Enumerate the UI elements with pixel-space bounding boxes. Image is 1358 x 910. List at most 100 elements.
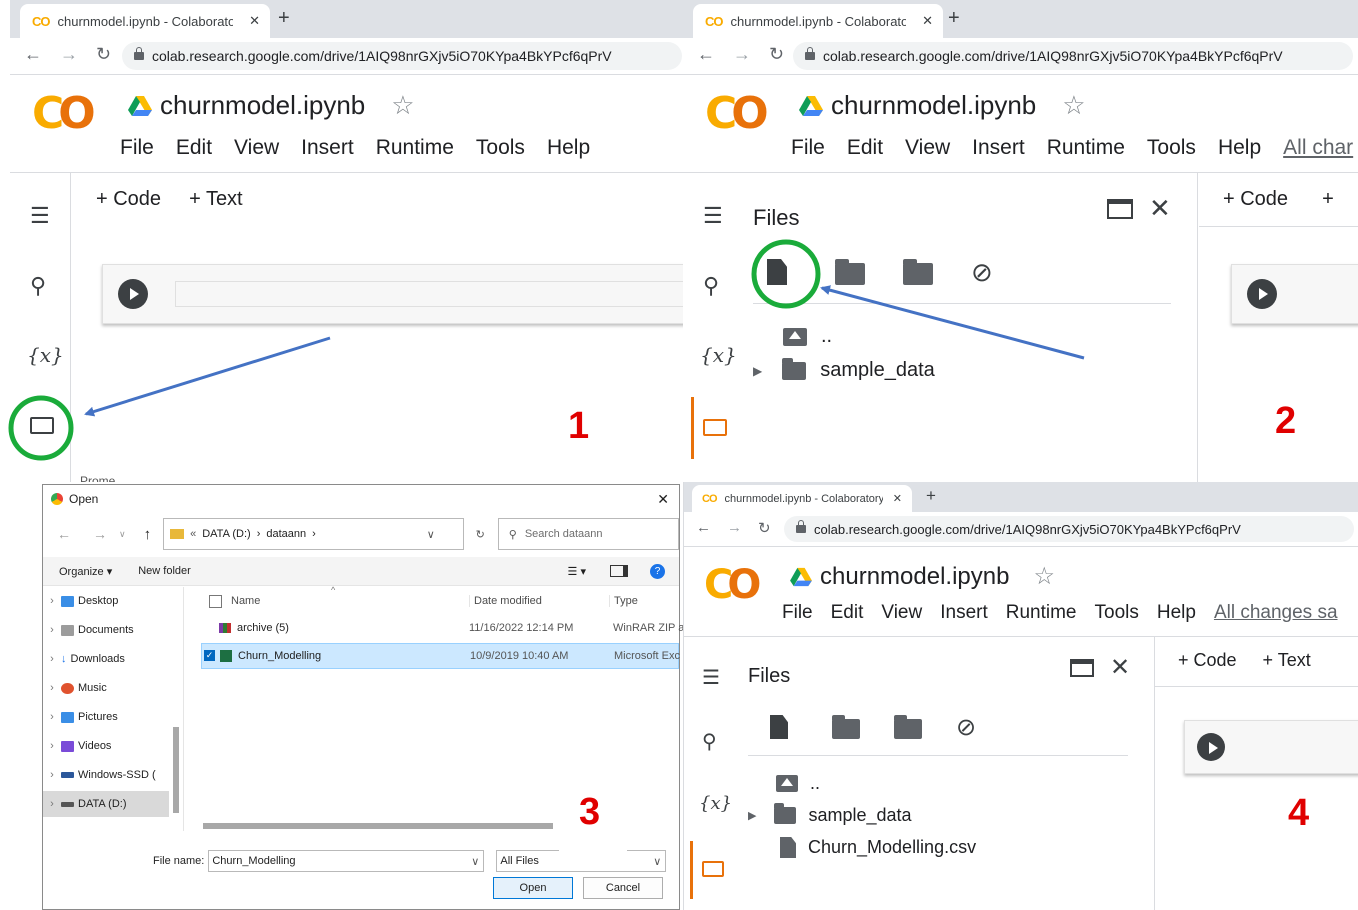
column-type[interactable]: Type (609, 595, 638, 607)
files-folder-icon[interactable] (30, 417, 54, 434)
menu-runtime[interactable]: Runtime (376, 136, 454, 160)
table-row[interactable]: archive (5) 11/16/2022 12:14 PM WinRAR Z… (201, 617, 684, 641)
search-icon[interactable]: ⚲ (30, 273, 46, 299)
forward-icon[interactable]: → (93, 526, 107, 542)
menu-insert[interactable]: Insert (972, 136, 1025, 160)
new-tab-icon[interactable]: + (278, 7, 290, 30)
table-row[interactable]: ✓ Churn_Modelling 10/9/2019 10:40 AM Mic… (201, 643, 680, 669)
expand-caret-icon[interactable]: ▶ (753, 364, 762, 378)
reload-icon[interactable]: ↻ (758, 519, 771, 537)
run-cell-button[interactable] (1197, 733, 1225, 761)
browser-tab[interactable]: CO churnmodel.ipynb - Colaboratory ✕ (693, 4, 943, 38)
files-folder-icon[interactable] (702, 861, 724, 877)
menu-view[interactable]: View (881, 602, 922, 624)
nav-downloads[interactable]: › ↓ Downloads (43, 653, 169, 665)
new-tab-icon[interactable]: + (926, 486, 936, 506)
browser-tab[interactable]: CO churnmodel.ipynb - Colaboratory ✕ (692, 485, 912, 512)
all-changes-saved-link[interactable]: All char (1283, 136, 1353, 160)
path-segment-drive[interactable]: DATA (D:) (202, 528, 250, 540)
menu-help[interactable]: Help (547, 136, 590, 160)
nav-music[interactable]: › Music (43, 682, 169, 694)
back-icon[interactable]: ← (24, 44, 42, 65)
refresh-icon[interactable]: ↻ (476, 528, 485, 541)
file-name-input[interactable]: Churn_Modelling ∨ (208, 850, 485, 872)
forward-icon[interactable]: → (727, 519, 742, 537)
nav-desktop[interactable]: › Desktop (43, 595, 169, 607)
horizontal-scrollbar[interactable] (203, 823, 553, 829)
menu-insert[interactable]: Insert (301, 136, 354, 160)
menu-edit[interactable]: Edit (831, 602, 864, 624)
menu-edit[interactable]: Edit (847, 136, 883, 160)
menu-tools[interactable]: Tools (476, 136, 525, 160)
parent-directory-row[interactable]: .. (776, 773, 820, 794)
close-pane-icon[interactable]: ✕ (1110, 653, 1130, 682)
help-icon[interactable]: ? (650, 563, 665, 579)
menu-file[interactable]: File (791, 136, 825, 160)
menu-runtime[interactable]: Runtime (1006, 602, 1077, 624)
open-button[interactable]: Open (493, 877, 573, 899)
colab-logo[interactable]: CO (705, 88, 769, 139)
search-icon[interactable]: ⚲ (702, 729, 717, 754)
menu-file[interactable]: File (120, 136, 154, 160)
code-cell[interactable] (1231, 264, 1358, 324)
reload-icon[interactable]: ↻ (769, 44, 784, 65)
select-all-checkbox[interactable] (209, 595, 222, 608)
path-dropdown-icon[interactable]: ∨ (427, 528, 435, 541)
folder-row[interactable]: ▶ sample_data (753, 357, 935, 382)
menu-view[interactable]: View (905, 136, 950, 160)
forward-icon[interactable]: → (60, 44, 78, 65)
menu-tools[interactable]: Tools (1095, 602, 1139, 624)
url-field[interactable]: colab.research.google.com/drive/1AIQ98nr… (784, 516, 1354, 542)
nav-pictures[interactable]: › Pictures (43, 711, 169, 723)
mount-drive-icon[interactable] (894, 715, 922, 739)
file-row[interactable]: Churn_Modelling.csv (780, 837, 976, 858)
add-text-button[interactable]: + Text (1263, 650, 1311, 671)
menu-insert[interactable]: Insert (940, 602, 988, 624)
add-text-button[interactable]: + Text (189, 188, 243, 211)
reload-icon[interactable]: ↻ (96, 44, 111, 65)
cancel-button[interactable]: Cancel (583, 877, 663, 899)
maximize-pane-icon[interactable] (1107, 199, 1133, 219)
browser-tab[interactable]: CO churnmodel.ipynb - Colaboratory ✕ (20, 4, 270, 38)
table-of-contents-icon[interactable]: ☰ (702, 665, 720, 690)
upload-file-icon[interactable] (770, 715, 788, 739)
notebook-title[interactable]: churnmodel.ipynb (820, 563, 1009, 591)
back-icon[interactable]: ← (697, 44, 715, 65)
code-cell[interactable] (1184, 720, 1358, 774)
run-cell-button[interactable] (1247, 279, 1277, 309)
variables-icon[interactable]: {x} (700, 343, 737, 367)
dialog-close-icon[interactable]: ✕ (657, 491, 669, 508)
nav-data-drive[interactable]: › DATA (D:) (43, 791, 169, 817)
star-icon[interactable]: ☆ (391, 90, 414, 121)
tab-close-icon[interactable]: ✕ (893, 492, 902, 505)
menu-help[interactable]: Help (1157, 602, 1196, 624)
variables-icon[interactable]: {x} (27, 343, 64, 367)
path-segment-folder[interactable]: dataann (266, 528, 306, 540)
star-icon[interactable]: ☆ (1062, 90, 1085, 121)
view-options-icon[interactable]: ☰ ▾ (568, 565, 586, 578)
upload-file-icon[interactable] (767, 259, 787, 285)
organize-menu[interactable]: Organize ▾ (59, 565, 112, 578)
files-folder-icon[interactable] (703, 419, 727, 436)
menu-file[interactable]: File (782, 602, 813, 624)
add-code-button[interactable]: + Code (1223, 188, 1288, 211)
nav-videos[interactable]: › Videos (43, 740, 169, 752)
tab-close-icon[interactable]: ✕ (249, 13, 260, 29)
colab-logo[interactable]: CO (32, 88, 96, 139)
path-overflow[interactable]: « (190, 528, 196, 540)
variables-icon[interactable]: {x} (699, 793, 732, 814)
add-code-button[interactable]: + Code (96, 188, 161, 211)
notebook-title[interactable]: churnmodel.ipynb (160, 90, 365, 121)
up-folder-icon[interactable]: ↑ (144, 526, 152, 543)
folder-row[interactable]: ▶ sample_data (748, 803, 912, 826)
tab-close-icon[interactable]: ✕ (922, 13, 933, 29)
parent-directory-row[interactable]: .. (783, 325, 832, 348)
expand-caret-icon[interactable]: ▶ (748, 809, 756, 822)
hide-files-icon[interactable]: ⊘ (971, 257, 993, 288)
filter-dropdown-icon[interactable]: ∨ (653, 855, 661, 868)
star-icon[interactable]: ☆ (1033, 562, 1055, 591)
code-cell-input[interactable] (175, 281, 683, 307)
recent-dropdown-icon[interactable]: ∨ (119, 529, 126, 540)
mount-drive-icon[interactable] (903, 259, 933, 285)
nav-windows-ssd[interactable]: › Windows-SSD ( (43, 769, 169, 781)
